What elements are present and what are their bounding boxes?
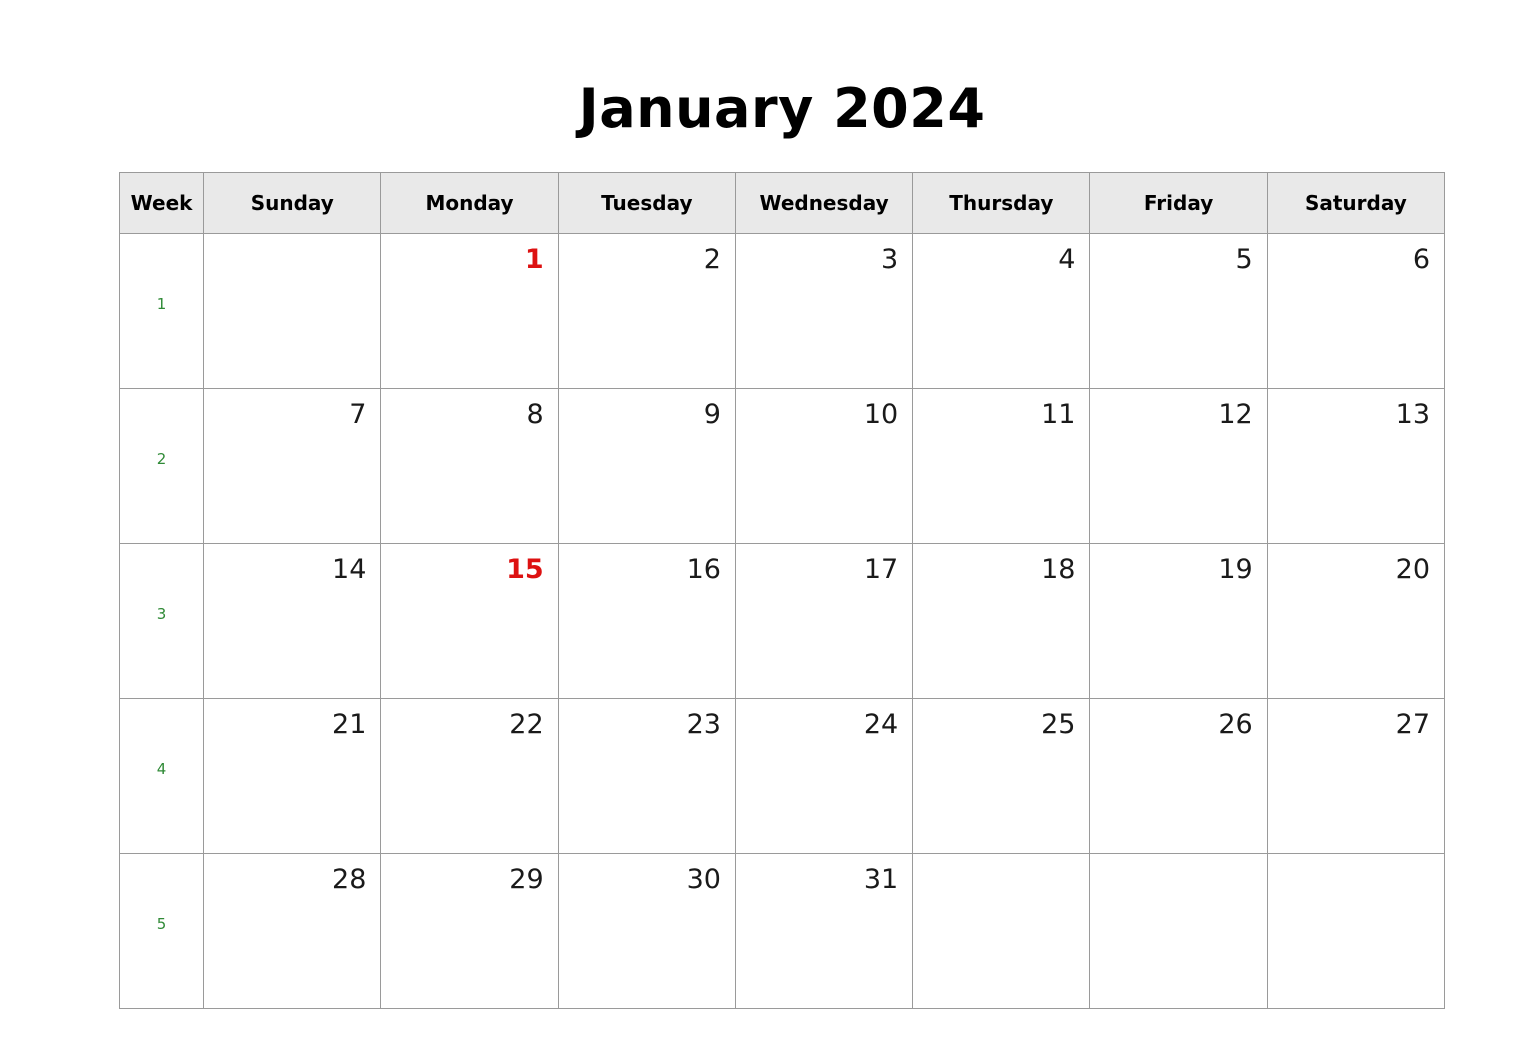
day-number: 31 [863,864,899,895]
day-cell[interactable]: 7 [203,388,382,544]
calendar-header: Week Sunday Monday Tuesday Wednesday Thu… [118,172,1446,234]
day-number: 13 [1395,399,1430,430]
day-number: 7 [349,399,367,430]
day-cell-empty[interactable] [1266,853,1446,1009]
day-number-holiday: 15 [506,554,544,585]
day-cell[interactable]: 26 [1089,698,1268,854]
day-number: 20 [1395,554,1430,585]
day-number: 5 [1235,244,1253,275]
day-cell[interactable]: 13 [1266,388,1446,544]
column-header-friday: Friday [1089,172,1268,234]
day-cell[interactable]: 25 [912,698,1091,854]
day-cell[interactable]: 18 [912,543,1091,699]
column-header-saturday: Saturday [1266,172,1446,234]
day-cell[interactable]: 1 [380,233,559,389]
day-cell[interactable]: 10 [734,388,914,544]
day-cell[interactable]: 29 [380,853,559,1009]
day-number [913,854,1089,864]
week-number: 1 [156,295,167,313]
week-number: 3 [156,605,167,623]
day-number: 27 [1395,709,1430,740]
day-cell[interactable]: 9 [557,388,736,544]
day-cell[interactable]: 6 [1266,233,1446,389]
day-cell[interactable]: 17 [734,543,914,699]
day-number: 26 [1218,709,1253,740]
day-number [1268,854,1444,864]
day-number: 2 [703,244,721,275]
day-number: 28 [332,864,367,895]
day-number: 18 [1041,554,1076,585]
day-cell[interactable]: 3 [734,233,914,389]
day-cell[interactable]: 27 [1266,698,1446,854]
day-number: 8 [526,399,544,430]
day-number: 6 [1412,244,1430,275]
calendar-page: January 2024 Week Sunday Monday Tuesday … [0,0,1536,1043]
day-cell[interactable]: 12 [1089,388,1268,544]
day-number: 4 [1058,244,1076,275]
week-number-cell: 5 [118,853,205,1009]
calendar-table: Week Sunday Monday Tuesday Wednesday Thu… [118,172,1446,1009]
day-number: 11 [1041,399,1076,430]
week-number-cell: 1 [118,233,205,389]
day-cell-empty[interactable] [203,233,382,389]
day-number: 21 [332,709,367,740]
day-cell[interactable]: 20 [1266,543,1446,699]
column-header-wednesday: Wednesday [734,172,914,234]
day-number [1090,854,1266,864]
week-number-cell: 4 [118,698,205,854]
day-number: 22 [509,709,544,740]
day-cell[interactable]: 2 [557,233,736,389]
week-number-cell: 2 [118,388,205,544]
day-number: 23 [686,709,721,740]
day-number: 30 [686,864,721,895]
day-number: 12 [1218,399,1253,430]
day-cell[interactable]: 4 [912,233,1091,389]
day-cell[interactable]: 28 [203,853,382,1009]
calendar-week-row: 2 7 8 9 10 11 12 13 [118,388,1446,544]
week-number: 5 [156,915,167,933]
day-cell[interactable]: 16 [557,543,736,699]
day-cell-empty[interactable] [912,853,1091,1009]
day-cell[interactable]: 14 [203,543,382,699]
column-header-thursday: Thursday [912,172,1091,234]
column-header-week: Week [118,172,205,234]
day-number: 10 [863,399,899,430]
day-number: 3 [881,244,899,275]
calendar-week-row: 5 28 29 30 31 [118,853,1446,1009]
page-title: January 2024 [578,77,986,140]
week-number: 4 [156,760,167,778]
day-number: 16 [686,554,721,585]
calendar-week-row: 1 1 2 3 4 5 6 [118,233,1446,389]
day-number-holiday: 1 [524,244,544,275]
calendar-body: 1 1 2 3 4 5 6 2 7 8 9 10 11 12 13 3 14 15 16 17 18 19 20 4 21 22 2… [118,233,1446,1009]
day-cell[interactable]: 23 [557,698,736,854]
day-cell[interactable]: 31 [734,853,914,1009]
day-number: 29 [509,864,544,895]
day-number: 24 [863,709,899,740]
day-cell[interactable]: 11 [912,388,1091,544]
header-row: Week Sunday Monday Tuesday Wednesday Thu… [118,172,1446,234]
day-cell[interactable]: 21 [203,698,382,854]
day-cell[interactable]: 19 [1089,543,1268,699]
column-header-monday: Monday [380,172,559,234]
day-cell[interactable]: 5 [1089,233,1268,389]
calendar-week-row: 3 14 15 16 17 18 19 20 [118,543,1446,699]
day-cell[interactable]: 8 [380,388,559,544]
day-number: 19 [1218,554,1253,585]
column-header-sunday: Sunday [203,172,382,234]
day-number [204,234,380,244]
week-number-cell: 3 [118,543,205,699]
day-cell[interactable]: 22 [380,698,559,854]
calendar-week-row: 4 21 22 23 24 25 26 27 [118,698,1446,854]
day-number: 9 [703,399,721,430]
week-number: 2 [156,450,167,468]
column-header-tuesday: Tuesday [557,172,736,234]
day-number: 17 [863,554,899,585]
day-cell[interactable]: 30 [557,853,736,1009]
day-number: 14 [332,554,367,585]
day-cell[interactable]: 15 [380,543,559,699]
day-cell-empty[interactable] [1089,853,1268,1009]
day-number: 25 [1041,709,1076,740]
day-cell[interactable]: 24 [734,698,914,854]
